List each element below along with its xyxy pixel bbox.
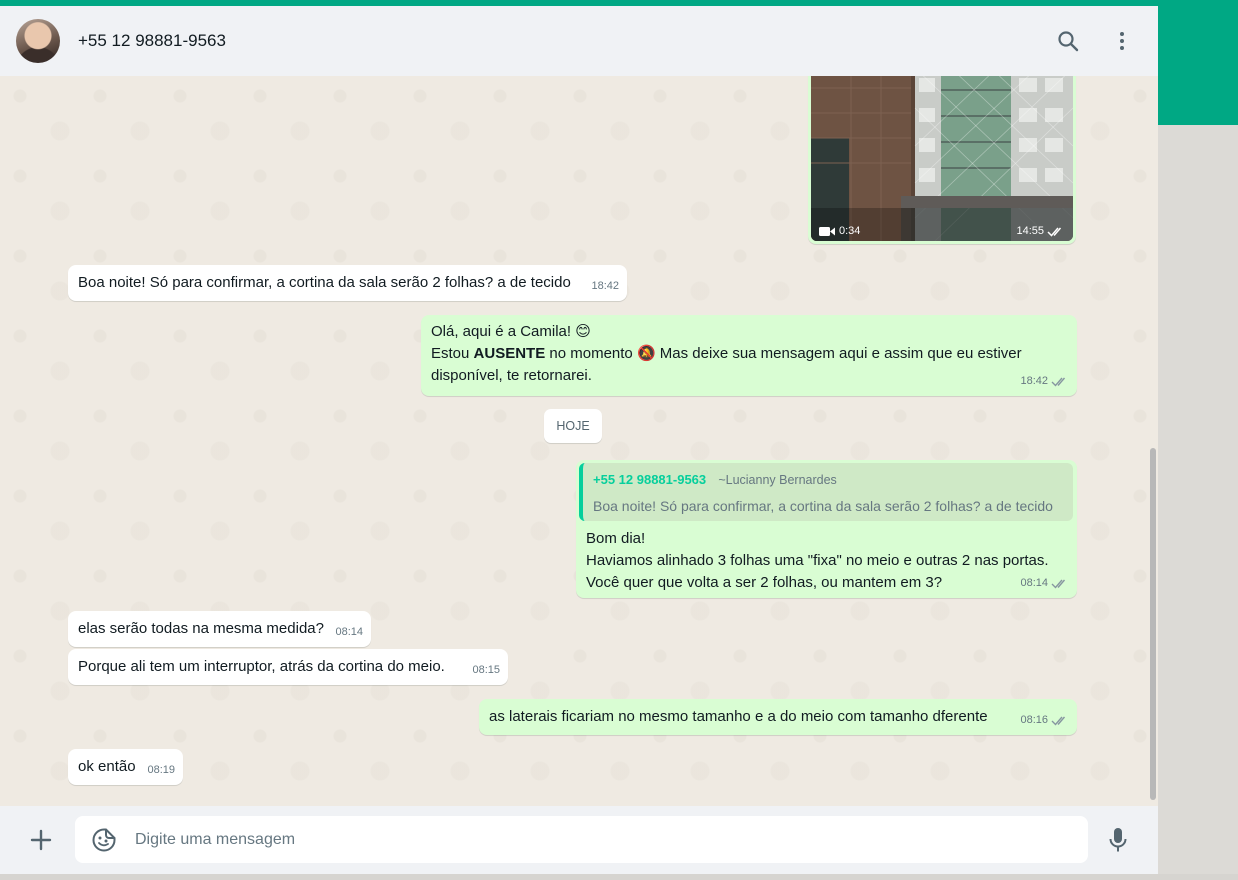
bottom-edge-strip: [0, 874, 1238, 880]
message-time: 08:14: [1020, 572, 1069, 594]
sticker-icon[interactable]: [91, 827, 117, 853]
message-composer: [0, 806, 1158, 874]
smile-emoji-icon: 😊: [575, 323, 591, 340]
message-text-line: Estou AUSENTE no momento 🔕 Mas deixe sua…: [431, 345, 1022, 362]
outgoing-message[interactable]: Olá, aqui é a Camila! 😊 Estou AUSENTE no…: [421, 315, 1077, 396]
message-time: 08:15: [472, 664, 500, 676]
message-time: 18:42: [1020, 370, 1069, 392]
message-time: 08:16: [1020, 709, 1069, 731]
message-time: 08:14: [335, 626, 363, 638]
message-text-line: Olá, aqui é a Camila! 😊: [431, 323, 591, 340]
video-duration-text: 0:34: [839, 225, 861, 237]
video-duration: 0:34: [819, 225, 860, 237]
quote-author: +55 12 98881-9563: [593, 472, 707, 487]
message-text: as laterais ficariam no mesmo tamanho e …: [489, 708, 988, 725]
incoming-message[interactable]: elas serão todas na mesma medida? 08:14: [68, 611, 371, 647]
outgoing-message[interactable]: as laterais ficariam no mesmo tamanho e …: [479, 699, 1077, 735]
chat-window: +55 12 98881-9563 0:34 14:55 Boa noite! …: [0, 6, 1158, 874]
incoming-message[interactable]: Boa noite! Só para confirmar, a cortina …: [68, 265, 627, 301]
scrollbar-thumb[interactable]: [1150, 448, 1156, 800]
message-text-line: Você quer que volta a ser 2 folhas, ou m…: [586, 574, 943, 591]
chat-header[interactable]: +55 12 98881-9563: [0, 6, 1158, 76]
double-check-icon: [1047, 227, 1062, 237]
muted-bell-emoji-icon: 🔕: [636, 345, 656, 362]
message-text-line: disponível, te retornarei.: [431, 367, 592, 384]
contact-name[interactable]: +55 12 98881-9563: [78, 31, 1034, 51]
message-text-line: Bom dia!: [586, 530, 646, 547]
background-accent-block: [1158, 0, 1238, 125]
quote-author-name: ~Lucianny Bernardes: [718, 473, 837, 487]
message-time: 14:55: [1016, 225, 1065, 237]
message-list[interactable]: 0:34 14:55 Boa noite! Só para confirmar,…: [0, 76, 1158, 806]
bold-text: AUSENTE: [473, 345, 546, 362]
message-input-box[interactable]: [75, 816, 1088, 863]
video-message[interactable]: 0:34 14:55: [808, 76, 1076, 244]
incoming-message[interactable]: ok então 08:19: [68, 749, 183, 785]
message-text: Porque ali tem um interruptor, atrás da …: [78, 658, 445, 675]
video-thumbnail[interactable]: 0:34 14:55: [811, 76, 1073, 241]
incoming-message[interactable]: Porque ali tem um interruptor, atrás da …: [68, 649, 508, 685]
message-text: elas serão todas na mesma medida?: [78, 620, 324, 637]
message-text: ok então: [78, 758, 136, 775]
message-time: 18:42: [591, 280, 619, 292]
message-time: 08:19: [147, 764, 175, 776]
date-divider: HOJE: [544, 409, 602, 443]
message-input[interactable]: [133, 829, 1037, 850]
double-check-icon: [1051, 716, 1066, 726]
double-check-icon: [1051, 377, 1066, 387]
message-text-line: Haviamos alinhado 3 folhas uma "fixa" no…: [586, 552, 1049, 569]
avatar[interactable]: [16, 19, 60, 63]
menu-dots-icon[interactable]: [1102, 21, 1142, 61]
quoted-message[interactable]: +55 12 98881-9563 ~Lucianny Bernardes Bo…: [579, 463, 1073, 521]
microphone-icon[interactable]: [1104, 823, 1132, 857]
outgoing-reply-message[interactable]: +55 12 98881-9563 ~Lucianny Bernardes Bo…: [576, 460, 1077, 598]
double-check-icon: [1051, 579, 1066, 589]
message-text: Boa noite! Só para confirmar, a cortina …: [78, 274, 571, 291]
video-camera-icon: [819, 226, 835, 236]
plus-icon[interactable]: [24, 823, 58, 857]
search-icon[interactable]: [1048, 21, 1088, 61]
quote-text: Boa noite! Só para confirmar, a cortina …: [593, 498, 1053, 514]
